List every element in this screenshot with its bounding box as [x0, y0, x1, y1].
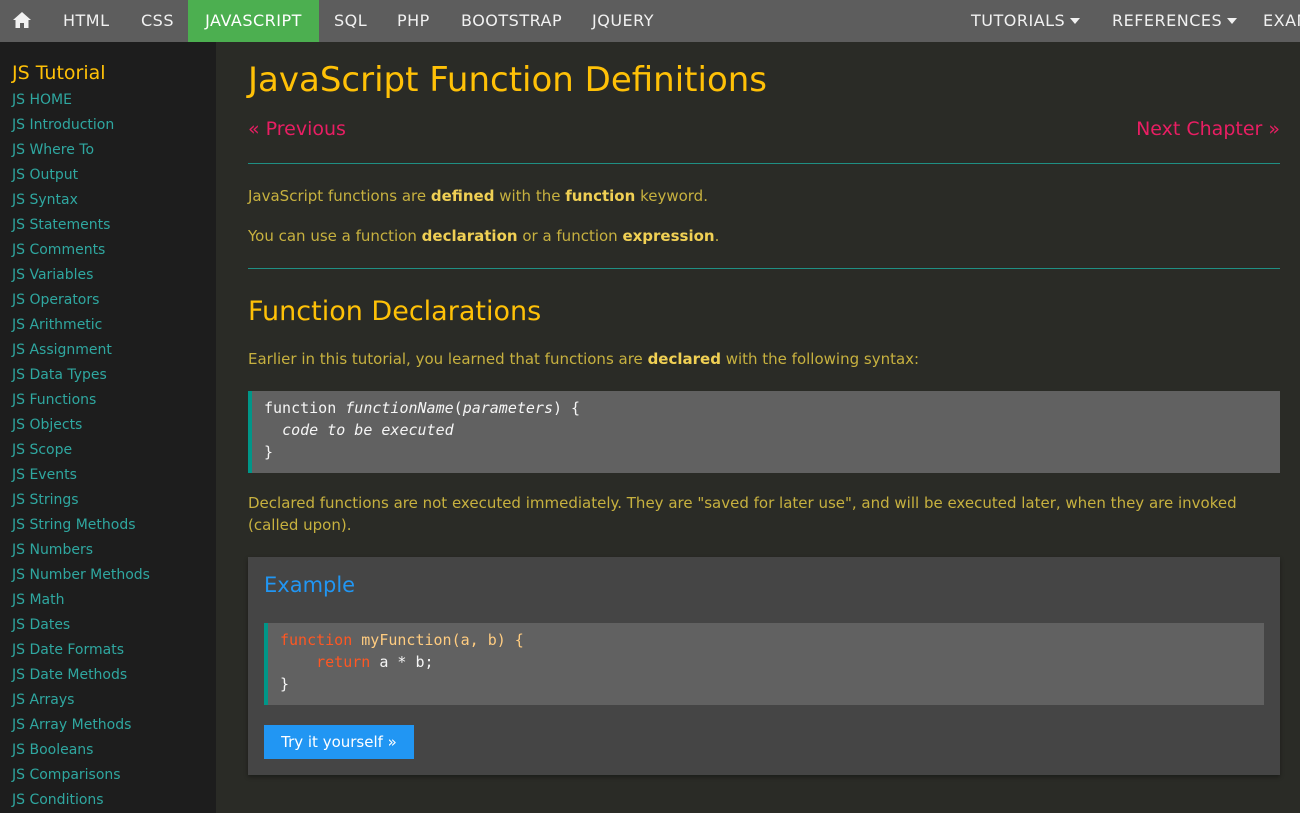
- sidebar-item-js-date-methods[interactable]: JS Date Methods: [0, 663, 216, 688]
- sidebar-item-js-booleans[interactable]: JS Booleans: [0, 738, 216, 763]
- code-text: }: [264, 443, 274, 461]
- sidebar-list: JS HOME JS Introduction JS Where To JS O…: [0, 88, 216, 813]
- sidebar-item-js-arithmetic[interactable]: JS Arithmetic: [0, 313, 216, 338]
- example-code-block: function myFunction(a, b) { return a * b…: [264, 623, 1264, 705]
- sidebar-item-js-data-types[interactable]: JS Data Types: [0, 363, 216, 388]
- text-span: with the following syntax:: [720, 350, 920, 368]
- intro-paragraph-2: You can use a function declaration or a …: [248, 225, 719, 247]
- sidebar-item-js-dates[interactable]: JS Dates: [0, 613, 216, 638]
- code-text: function: [264, 399, 346, 417]
- sidebar-item-js-conditions[interactable]: JS Conditions: [0, 788, 216, 813]
- note-paragraph: Declared functions are not executed imme…: [248, 494, 1237, 534]
- sidebar-item-js-math[interactable]: JS Math: [0, 588, 216, 613]
- nav-tutorials-dropdown[interactable]: TUTORIALS: [971, 0, 1081, 42]
- nav-sql[interactable]: SQL: [334, 0, 367, 42]
- code-text: }: [280, 675, 290, 693]
- example-title: Example: [264, 573, 356, 597]
- sidebar-item-js-string-methods[interactable]: JS String Methods: [0, 513, 216, 538]
- code-keyword: return: [316, 653, 371, 671]
- syntax-code-block: function functionName(parameters) { code…: [248, 391, 1280, 473]
- code-text: (: [453, 399, 463, 417]
- sidebar-title: JS Tutorial: [12, 62, 106, 84]
- nav-exam[interactable]: EXAM: [1263, 0, 1300, 42]
- divider: [248, 268, 1280, 269]
- sidebar-item-js-output[interactable]: JS Output: [0, 163, 216, 188]
- sidebar-item-js-where-to[interactable]: JS Where To: [0, 138, 216, 163]
- sidebar-item-js-assignment[interactable]: JS Assignment: [0, 338, 216, 363]
- bold-text: declared: [647, 350, 721, 368]
- sidebar-item-js-array-methods[interactable]: JS Array Methods: [0, 713, 216, 738]
- try-it-yourself-button[interactable]: Try it yourself »: [264, 725, 414, 759]
- text-span: .: [714, 227, 720, 245]
- code-text: myFunction(a, b) {: [352, 631, 524, 649]
- nav-html[interactable]: HTML: [63, 0, 110, 42]
- nav-javascript[interactable]: JAVASCRIPT: [188, 0, 319, 42]
- code-text: code to be executed: [282, 421, 454, 439]
- sidebar-item-js-home[interactable]: JS HOME: [0, 88, 216, 113]
- sidebar-item-js-strings[interactable]: JS Strings: [0, 488, 216, 513]
- nav-references-dropdown[interactable]: REFERENCES: [1112, 0, 1238, 42]
- top-navbar: HTML CSS JAVASCRIPT SQL PHP BOOTSTRAP JQ…: [0, 0, 1300, 42]
- nav-references-label: REFERENCES: [1112, 11, 1223, 30]
- sidebar-item-js-syntax[interactable]: JS Syntax: [0, 188, 216, 213]
- next-chapter-link[interactable]: Next Chapter »: [1136, 118, 1280, 140]
- text-span: JavaScript functions are: [248, 187, 431, 205]
- sidebar-item-js-date-formats[interactable]: JS Date Formats: [0, 638, 216, 663]
- text-span: or a function: [517, 227, 623, 245]
- nav-jquery[interactable]: JQUERY: [592, 0, 654, 42]
- text-span: Earlier in this tutorial, you learned th…: [248, 350, 648, 368]
- sidebar-item-js-comparisons[interactable]: JS Comparisons: [0, 763, 216, 788]
- sidebar-item-js-introduction[interactable]: JS Introduction: [0, 113, 216, 138]
- caret-down-icon: [1227, 17, 1238, 24]
- sidebar-item-js-statements[interactable]: JS Statements: [0, 213, 216, 238]
- code-text: functionName: [345, 399, 454, 417]
- nav-tutorials-label: TUTORIALS: [971, 11, 1066, 30]
- sidebar-item-js-comments[interactable]: JS Comments: [0, 238, 216, 263]
- section-title: Function Declarations: [248, 296, 542, 327]
- sidebar-item-js-variables[interactable]: JS Variables: [0, 263, 216, 288]
- sidebar-item-js-operators[interactable]: JS Operators: [0, 288, 216, 313]
- sidebar-item-js-scope[interactable]: JS Scope: [0, 438, 216, 463]
- sidebar-item-js-arrays[interactable]: JS Arrays: [0, 688, 216, 713]
- divider: [248, 163, 1280, 164]
- home-icon: [13, 12, 31, 28]
- page-title: JavaScript Function Definitions: [248, 60, 768, 100]
- example-box: Example function myFunction(a, b) { retu…: [248, 557, 1280, 775]
- nav-bootstrap[interactable]: BOOTSTRAP: [461, 0, 562, 42]
- bold-text: function: [565, 187, 636, 205]
- code-text: a * b;: [370, 653, 434, 671]
- bold-text: expression: [622, 227, 715, 245]
- sidebar-item-js-numbers[interactable]: JS Numbers: [0, 538, 216, 563]
- text-span: You can use a function: [248, 227, 422, 245]
- code-keyword: function: [280, 631, 353, 649]
- text-span: with the: [494, 187, 566, 205]
- sidebar-item-js-number-methods[interactable]: JS Number Methods: [0, 563, 216, 588]
- code-text: parameters: [462, 399, 553, 417]
- caret-down-icon: [1070, 17, 1081, 24]
- sidebar: JS Tutorial JS HOME JS Introduction JS W…: [0, 42, 216, 813]
- nav-php[interactable]: PHP: [397, 0, 430, 42]
- code-text: ) {: [553, 399, 581, 417]
- intro-paragraph-1: JavaScript functions are defined with th…: [248, 185, 708, 207]
- sidebar-item-js-objects[interactable]: JS Objects: [0, 413, 216, 438]
- bold-text: defined: [430, 187, 495, 205]
- bold-text: declaration: [421, 227, 518, 245]
- previous-link[interactable]: « Previous: [248, 118, 346, 140]
- sidebar-item-js-events[interactable]: JS Events: [0, 463, 216, 488]
- nav-css[interactable]: CSS: [141, 0, 174, 42]
- sidebar-item-js-functions[interactable]: JS Functions: [0, 388, 216, 413]
- text-span: keyword.: [635, 187, 708, 205]
- home-button[interactable]: [0, 0, 44, 42]
- declaration-paragraph: Earlier in this tutorial, you learned th…: [248, 348, 919, 370]
